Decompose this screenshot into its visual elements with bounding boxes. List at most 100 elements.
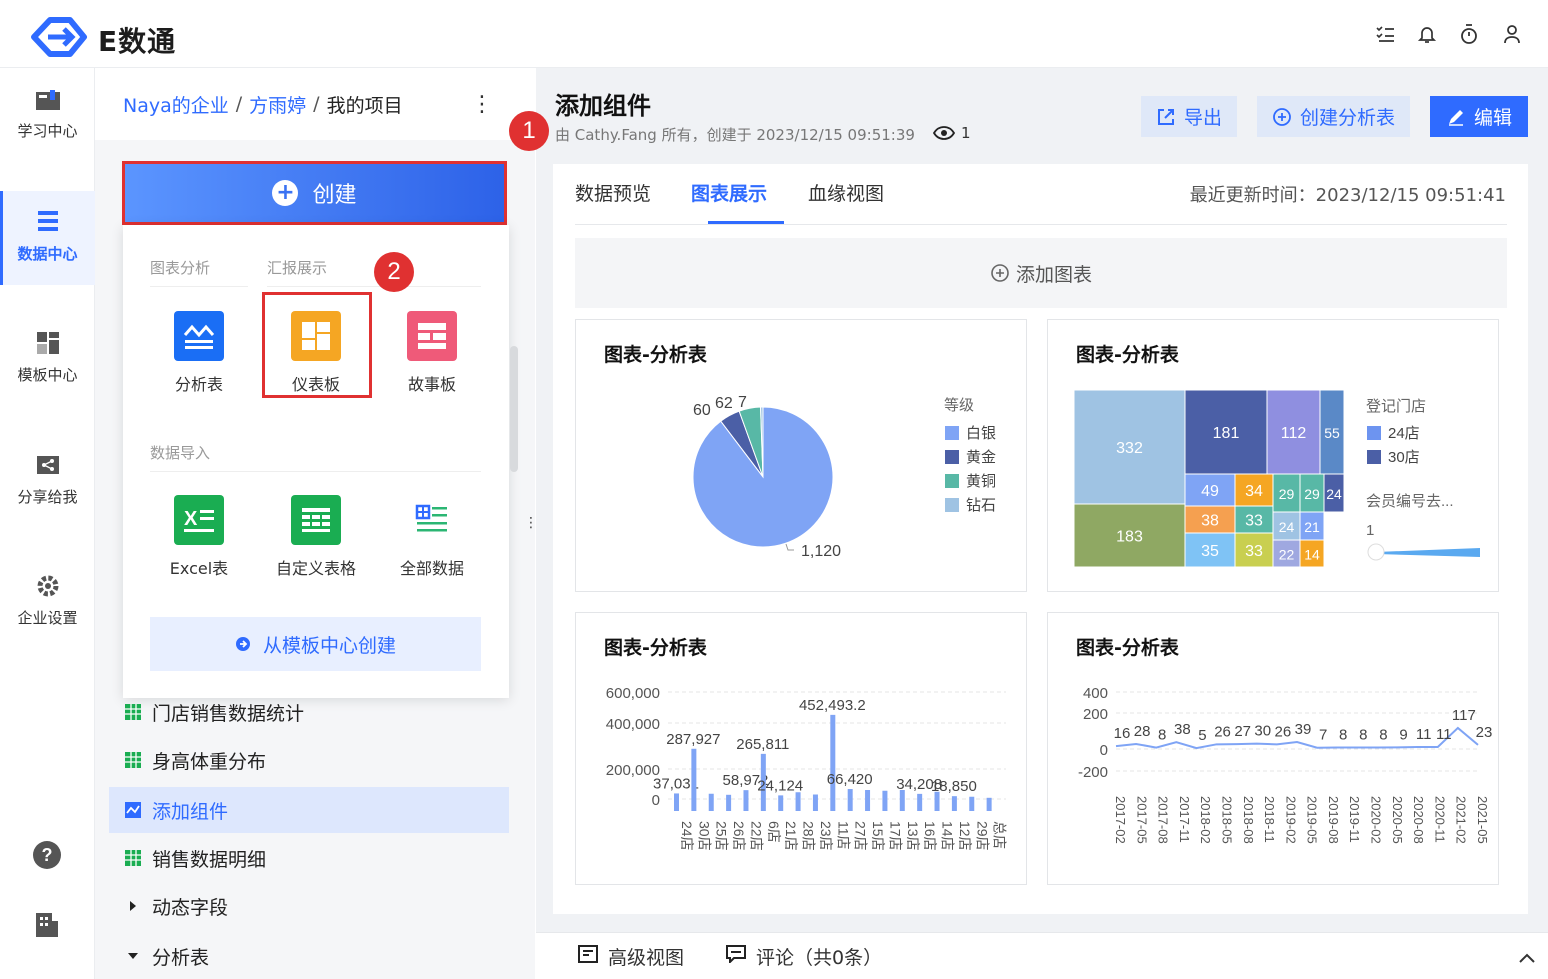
- nav-template-center[interactable]: 模板中心: [0, 330, 95, 385]
- chart-card-treemap[interactable]: 图表-分析表 332 183 181 112 55 49 34 29 29 24 38 33 24 21 3…: [1047, 319, 1499, 592]
- user-icon[interactable]: [1498, 20, 1526, 48]
- comment-icon: [726, 944, 747, 968]
- treemap-cell-label: 22: [1279, 547, 1295, 563]
- view-count-value: 1: [961, 124, 971, 142]
- analysis-table-icon: [174, 311, 224, 361]
- tree-item-label: 销售数据明细: [152, 848, 267, 871]
- nav-label: 数据中心: [17, 245, 78, 263]
- owner-meta: 由 Cathy.Fang 所有，创建于 2023/12/15 09:51:39: [555, 126, 915, 144]
- bar-data-label: 265,811: [736, 736, 789, 753]
- import-all-data[interactable]: 全部数据: [382, 481, 482, 581]
- line-data-label: 38: [1174, 721, 1191, 738]
- create-analysis-button[interactable]: 创建分析表: [1257, 96, 1410, 137]
- comments-button[interactable]: 评论（共0条）: [726, 943, 882, 970]
- bar: [812, 794, 818, 811]
- line-data-label: 28: [1134, 723, 1151, 740]
- treemap-cell-label: 183: [1116, 529, 1143, 546]
- item-label: 自定义表格: [275, 559, 356, 578]
- tree-item[interactable]: 身高体重分布: [109, 737, 509, 783]
- export-label: 导出: [1183, 107, 1222, 129]
- tree-item-label: 门店销售数据统计: [152, 702, 305, 725]
- brand-logo[interactable]: E数通: [26, 14, 206, 60]
- create-storyboard[interactable]: 故事板: [382, 297, 482, 397]
- timer-icon[interactable]: [1455, 20, 1483, 48]
- tab-lineage-view[interactable]: 血缘视图: [808, 179, 884, 206]
- treemap-cell-label: 332: [1116, 440, 1143, 457]
- export-button[interactable]: 导出: [1141, 96, 1237, 137]
- x-tick-label: 2018-05: [1219, 796, 1234, 844]
- bar: [969, 796, 975, 811]
- x-tick-label: 21店: [783, 821, 799, 851]
- import-custom-table[interactable]: 自定义表格: [266, 481, 366, 581]
- advanced-view-button[interactable]: 高级视图: [578, 943, 684, 970]
- breadcrumb-enterprise[interactable]: Naya的企业: [123, 91, 229, 118]
- building-icon[interactable]: [34, 911, 60, 943]
- nav-learning-center[interactable]: 学习中心: [0, 88, 95, 141]
- checklist-icon[interactable]: [1371, 20, 1399, 48]
- tab-data-preview[interactable]: 数据预览: [575, 179, 651, 206]
- legend-label: 24店: [1388, 425, 1420, 442]
- create-from-template-button[interactable]: 从模板中心创建: [150, 617, 481, 671]
- panel-scrollbar[interactable]: [510, 346, 518, 472]
- line-data-label: 7: [1319, 727, 1327, 744]
- create-button-label: 创建: [312, 183, 357, 208]
- section-report-display: 汇报展示: [267, 259, 328, 277]
- treemap-cell-label: 55: [1324, 425, 1340, 441]
- bar: [830, 714, 836, 811]
- line-data-label: 8: [1379, 727, 1387, 744]
- help-icon[interactable]: ?: [32, 840, 62, 874]
- tree-item[interactable]: 门店销售数据统计: [109, 689, 509, 735]
- bar: [795, 792, 801, 811]
- line-data-label: 8: [1158, 727, 1166, 744]
- nav-shared-with-me[interactable]: 分享给我: [0, 452, 95, 507]
- chart-card-line[interactable]: 图表-分析表 400 200 0 -200 16 28 8 38 5 26 27 30 26 39 7 8 8 8…: [1047, 612, 1499, 885]
- tree-folder[interactable]: 动态字段: [109, 883, 509, 929]
- bar: [986, 797, 992, 811]
- table-icon: [123, 702, 143, 722]
- create-analysis-label: 创建分析表: [1299, 107, 1395, 129]
- create-analysis-table[interactable]: 分析表: [149, 297, 249, 397]
- breadcrumb: Naya的企业 / 方雨婷 / 我的项目 ⋮: [95, 68, 535, 140]
- edit-button[interactable]: 编辑: [1430, 96, 1528, 137]
- bar: [847, 789, 853, 811]
- bar: [899, 790, 905, 811]
- treemap-cell-label: 29: [1304, 486, 1320, 502]
- bell-icon[interactable]: [1413, 20, 1441, 48]
- create-button[interactable]: + 创建: [122, 161, 507, 225]
- pie-data-label: 7: [738, 394, 747, 411]
- tab-chart-display[interactable]: 图表展示: [691, 179, 767, 206]
- more-menu-icon[interactable]: ⋮: [471, 92, 493, 117]
- y-tick-label: 0: [652, 792, 660, 809]
- pie-leader-line: [785, 543, 794, 551]
- tree-folder[interactable]: 分析表: [109, 933, 509, 979]
- line-data-label: 9: [1399, 726, 1407, 743]
- x-tick-label: 2020-02: [1369, 796, 1384, 844]
- tree-item[interactable]: 销售数据明细: [109, 835, 509, 881]
- line-chart: 4002000-20016 28 8 38 5 26 27 30 26 39 7 8 8 8 9 11 1111…: [1078, 685, 1492, 844]
- pie-data-label: 1,120: [801, 543, 841, 560]
- pie-data-label: 62: [715, 395, 733, 412]
- slider-track: [1376, 548, 1480, 557]
- nav-data-center[interactable]: 数据中心: [0, 191, 95, 285]
- treemap-cell-label: 33: [1245, 513, 1263, 530]
- breadcrumb-user[interactable]: 方雨婷: [249, 91, 306, 118]
- nav-enterprise-settings[interactable]: 企业设置: [0, 573, 95, 628]
- y-tick-label: 400,000: [606, 716, 660, 733]
- chart-card-pie[interactable]: 图表-分析表 60 62 7 1,120 等级 白银 黄金 黄铜 钻石: [575, 319, 1027, 592]
- legend-title: 等级: [944, 396, 974, 414]
- import-excel[interactable]: X Excel表: [149, 481, 249, 581]
- tree-item-selected[interactable]: 添加组件: [109, 787, 509, 833]
- bar: [743, 790, 749, 811]
- bar: [708, 793, 714, 811]
- x-tick-label: 13店: [905, 821, 921, 851]
- chart-card-bar[interactable]: 图表-分析表 600,000 400,000 200,000 0 37,031 24店 28…: [575, 612, 1027, 885]
- add-chart-button[interactable]: 添加图表: [575, 238, 1507, 308]
- bar: [778, 795, 784, 811]
- item-label: Excel表: [169, 559, 229, 578]
- chart-icon: [123, 800, 143, 820]
- treemap-cell-label: 34: [1245, 483, 1263, 500]
- all-data-icon: [407, 495, 457, 545]
- y-tick-label: 200,000: [606, 762, 660, 779]
- line-data-label: 27: [1234, 723, 1251, 740]
- chevron-up-icon[interactable]: [1518, 947, 1536, 969]
